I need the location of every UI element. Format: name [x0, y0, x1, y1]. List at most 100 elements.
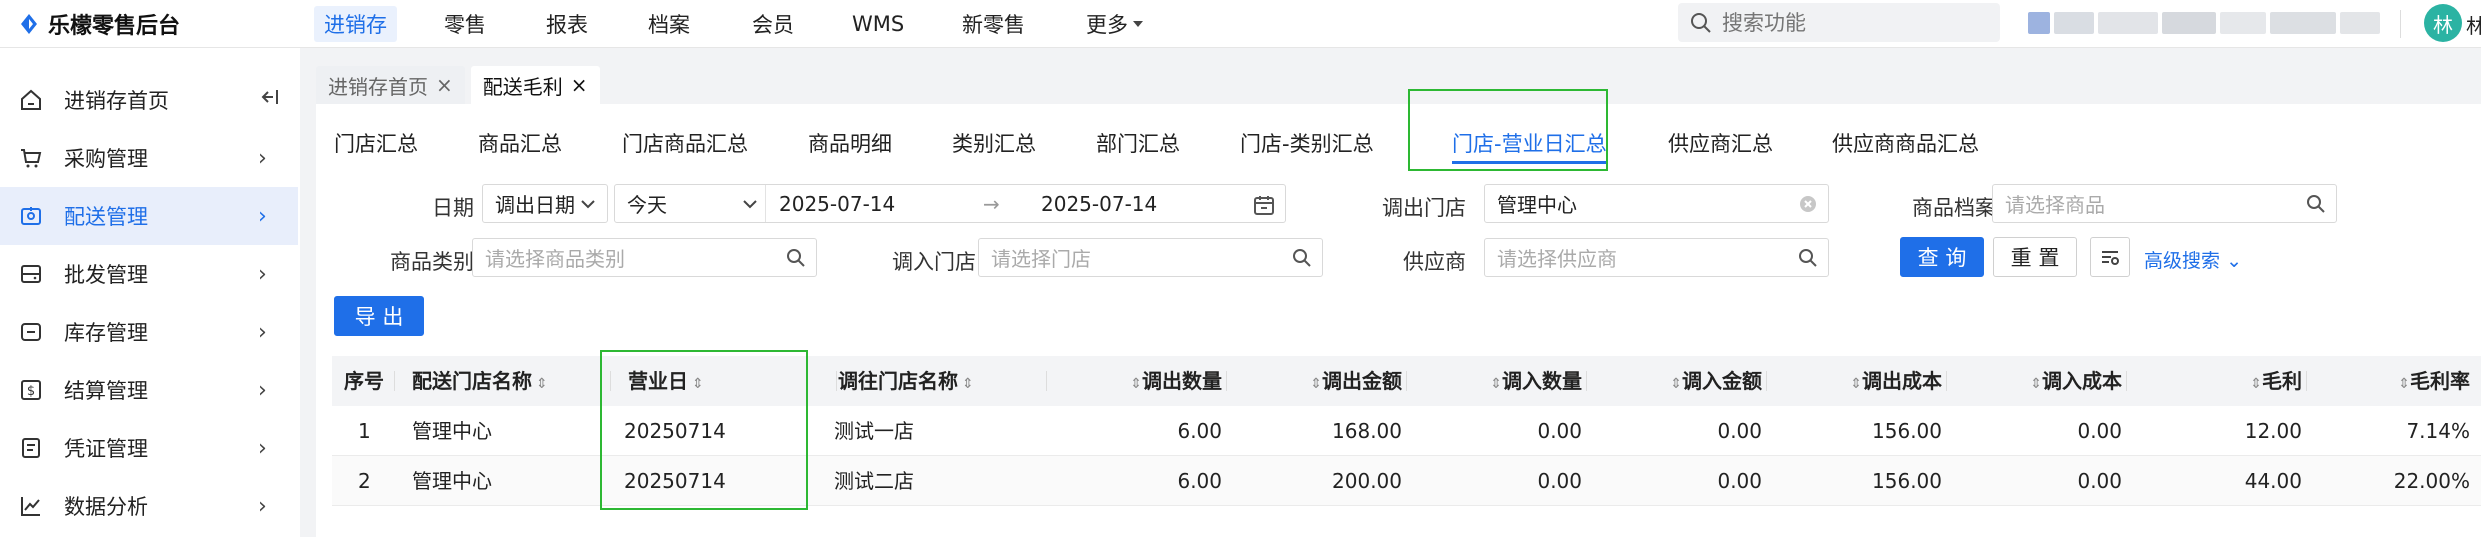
column-settings-button[interactable] — [2090, 237, 2130, 277]
calendar-icon[interactable] — [1253, 194, 1275, 221]
in-store-select[interactable]: 请选择门店 — [978, 238, 1323, 277]
date-preset-value[interactable]: 今天 — [627, 189, 667, 218]
topnav-item-retail[interactable]: 零售 — [444, 0, 486, 48]
category-select[interactable]: 请选择商品类别 — [472, 238, 817, 277]
column-header-business-day[interactable]: 营业日 ⇕ — [628, 356, 704, 406]
date-end[interactable]: 2025-07-14 — [1041, 192, 1157, 216]
cell-margin-rate: 22.00% — [2393, 469, 2470, 493]
cell-index: 1 — [358, 419, 371, 443]
sidebar-item-delivery[interactable]: 配送管理 › — [0, 187, 298, 245]
in-store-placeholder: 请选择门店 — [991, 247, 1091, 271]
tab-product-summary[interactable]: 商品汇总 — [478, 124, 562, 164]
column-header-margin-rate[interactable]: ⇕毛利率 — [2306, 356, 2470, 406]
global-search[interactable] — [1678, 3, 2000, 42]
topnav-item-archive[interactable]: 档案 — [648, 0, 690, 48]
topnav-item-wms[interactable]: WMS — [852, 0, 904, 48]
topnav-item-new-retail[interactable]: 新零售 — [962, 0, 1025, 48]
global-search-input[interactable] — [1722, 10, 1982, 35]
sort-icon[interactable]: ⇕ — [1490, 376, 1502, 392]
sidebar-item-label: 配送管理 — [64, 205, 148, 229]
column-header-out-qty[interactable]: ⇕调出数量 — [1046, 356, 1222, 406]
sort-icon[interactable]: ⇕ — [2030, 376, 2042, 392]
topnav-item-more[interactable]: 更多 — [1086, 0, 1143, 48]
supplier-label: 供应商 — [1403, 250, 1466, 274]
tab-store-business-day-summary[interactable]: 门店-营业日汇总 — [1452, 124, 1607, 164]
close-icon[interactable]: × — [571, 73, 588, 97]
sidebar-item-voucher[interactable]: 凭证管理 › — [0, 419, 298, 477]
avatar[interactable]: 林 — [2424, 4, 2462, 42]
tab-store-category-summary[interactable]: 门店-类别汇总 — [1240, 124, 1374, 164]
topnav-item-member[interactable]: 会员 — [752, 0, 794, 48]
search-icon[interactable] — [2306, 194, 2326, 219]
tab-department-summary[interactable]: 部门汇总 — [1096, 124, 1180, 164]
sort-icon[interactable]: ⇕ — [1310, 376, 1322, 392]
sort-icon[interactable]: ⇕ — [536, 376, 548, 392]
table-row[interactable]: 2 管理中心 20250714 测试二店 6.00 200.00 0.00 0.… — [332, 456, 2481, 506]
sidebar-item-purchase[interactable]: 采购管理 › — [0, 129, 298, 187]
page-tab-home[interactable]: 进销存首页 × — [316, 66, 465, 104]
brand[interactable]: 乐檬零售后台 — [18, 8, 180, 40]
supplier-select[interactable]: 请选择供应商 — [1484, 238, 1829, 277]
reset-button[interactable]: 重 置 — [1993, 237, 2077, 277]
column-header-out-cost[interactable]: ⇕调出成本 — [1766, 356, 1942, 406]
header-label: 调入成本 — [2042, 369, 2122, 393]
column-header-in-amount[interactable]: ⇕调入金额 — [1586, 356, 1762, 406]
tab-category-summary[interactable]: 类别汇总 — [952, 124, 1036, 164]
sort-icon[interactable]: ⇕ — [962, 376, 974, 392]
supplier-placeholder: 请选择供应商 — [1497, 247, 1617, 271]
cell-in-qty: 0.00 — [1537, 419, 1582, 443]
page-tab-delivery-profit[interactable]: 配送毛利 × — [470, 66, 600, 104]
column-header-gross-profit[interactable]: ⇕毛利 — [2126, 356, 2302, 406]
search-icon[interactable] — [1798, 248, 1818, 273]
column-header-target-store[interactable]: 调往门店名称 ⇕ — [838, 356, 974, 406]
date-start[interactable]: 2025-07-14 — [779, 192, 895, 216]
sort-icon[interactable]: ⇕ — [692, 376, 704, 392]
tab-product-detail[interactable]: 商品明细 — [808, 124, 892, 164]
topnav-label: 进销存 — [324, 13, 387, 37]
tab-supplier-summary[interactable]: 供应商汇总 — [1668, 124, 1773, 164]
user-name-truncated[interactable]: 林 — [2466, 10, 2481, 39]
search-icon[interactable] — [786, 248, 806, 273]
column-header-out-amount[interactable]: ⇕调出金额 — [1226, 356, 1402, 406]
chevron-down-icon — [741, 194, 759, 218]
sort-icon[interactable]: ⇕ — [2398, 376, 2410, 392]
search-icon[interactable] — [1292, 248, 1312, 273]
sort-icon[interactable]: ⇕ — [1130, 376, 1142, 392]
column-header-delivery-store[interactable]: 配送门店名称 ⇕ — [412, 356, 548, 406]
product-select[interactable]: 请选择商品 — [1992, 184, 2337, 223]
sidebar-item-home[interactable]: 进销存首页 — [0, 71, 298, 129]
out-store-select[interactable]: 管理中心 — [1484, 184, 1829, 223]
close-icon[interactable]: × — [436, 73, 453, 97]
sidebar-item-wholesale[interactable]: 批发管理 › — [0, 245, 298, 303]
sidebar-item-analytics[interactable]: 数据分析 › — [0, 477, 298, 535]
clear-icon[interactable] — [1798, 194, 1818, 219]
sort-icon[interactable]: ⇕ — [2250, 376, 2262, 392]
header-label: 调入数量 — [1502, 369, 1582, 393]
column-header-in-cost[interactable]: ⇕调入成本 — [1946, 356, 2122, 406]
delivery-icon — [18, 203, 44, 229]
tab-store-product-summary[interactable]: 门店商品汇总 — [622, 124, 748, 164]
cell-in-qty: 0.00 — [1537, 469, 1582, 493]
topnav-item-report[interactable]: 报表 — [546, 0, 588, 48]
in-store-label: 调入门店 — [892, 250, 976, 274]
tab-store-summary[interactable]: 门店汇总 — [334, 124, 418, 164]
sidebar-item-inventory[interactable]: 库存管理 › — [0, 303, 298, 361]
filter-list-icon — [2102, 251, 2119, 265]
query-button[interactable]: 查 询 — [1900, 237, 1984, 277]
export-button[interactable]: 导 出 — [334, 296, 424, 336]
sort-icon[interactable]: ⇕ — [1670, 376, 1682, 392]
chevron-down-icon — [579, 194, 597, 218]
date-type-select[interactable]: 调出日期 — [482, 184, 608, 223]
topnav-label: 档案 — [648, 13, 690, 37]
settlement-icon: $ — [18, 377, 44, 403]
table-row[interactable]: 1 管理中心 20250714 测试一店 6.00 168.00 0.00 0.… — [332, 406, 2481, 456]
collapse-sidebar-icon[interactable] — [258, 86, 280, 114]
sort-icon[interactable]: ⇕ — [1850, 376, 1862, 392]
date-range-picker[interactable]: 今天 2025-07-14 → 2025-07-14 — [614, 184, 1286, 223]
topnav-item-jinxiaocun[interactable]: 进销存 — [314, 6, 397, 42]
column-header-in-qty[interactable]: ⇕调入数量 — [1406, 356, 1582, 406]
advanced-search-link[interactable]: 高级搜索 ⌄ — [2144, 246, 2242, 273]
sidebar-item-settlement[interactable]: $ 结算管理 › — [0, 361, 298, 419]
header-label: 序号 — [344, 369, 384, 393]
tab-supplier-product-summary[interactable]: 供应商商品汇总 — [1832, 124, 1979, 164]
